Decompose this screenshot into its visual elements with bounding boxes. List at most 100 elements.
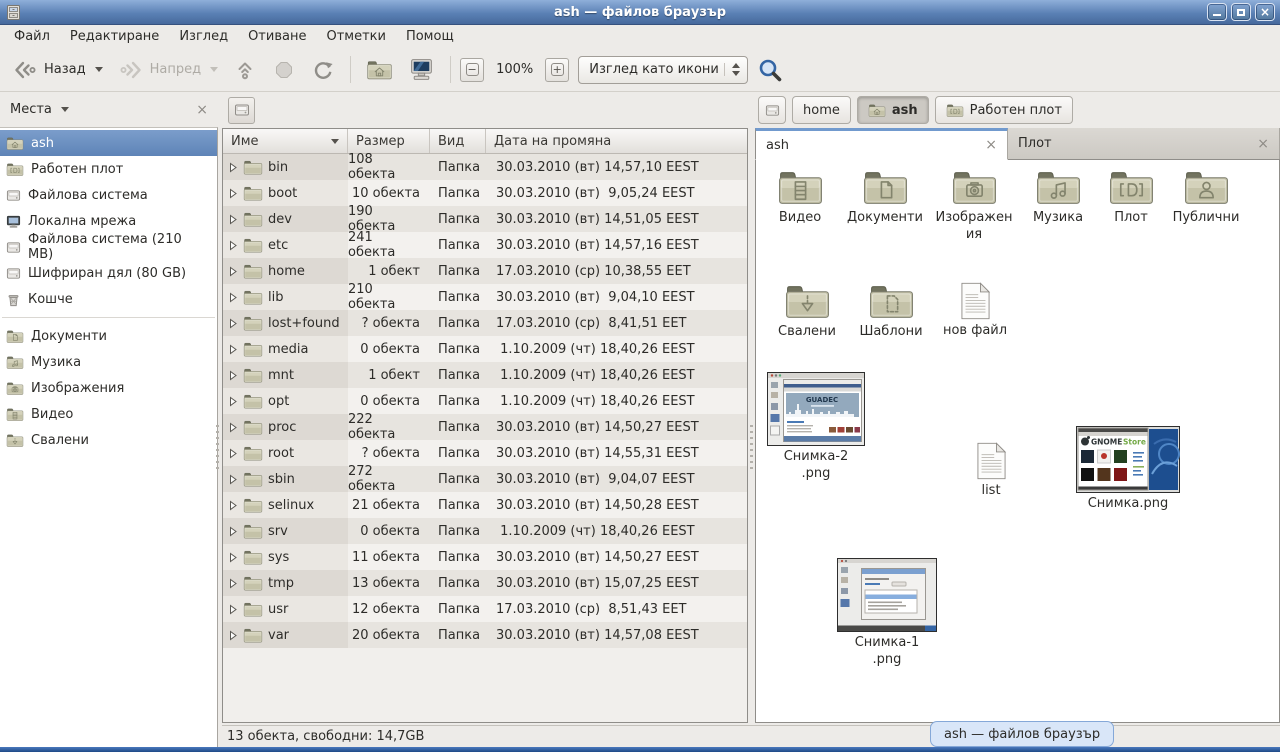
sidebar-item-downloads[interactable]: Свалени	[0, 427, 217, 453]
icon-snimka-2[interactable]: GUADEC Снимка-2.png	[766, 372, 866, 483]
expander-icon[interactable]	[228, 422, 238, 433]
table-row-selinux[interactable]: selinux21 обектаПапка30.03.2010 (вт) 14,…	[223, 492, 747, 518]
expander-icon[interactable]	[228, 500, 238, 511]
expander-icon[interactable]	[228, 526, 238, 537]
table-row-usr[interactable]: usr12 обектаПапка17.03.2010 (ср) 8,51,43…	[223, 596, 747, 622]
expander-icon[interactable]	[228, 396, 238, 407]
expander-icon[interactable]	[228, 318, 238, 329]
expander-icon[interactable]	[228, 630, 238, 641]
table-row-home[interactable]: home1 обектПапка17.03.2010 (ср) 10,38,55…	[223, 258, 747, 284]
tab-close-icon[interactable]: ×	[1247, 136, 1269, 152]
expander-icon[interactable]	[228, 604, 238, 615]
table-row-sbin[interactable]: sbin272 обектаПапка30.03.2010 (вт) 9,04,…	[223, 466, 747, 492]
sidebar-selector-dropdown-icon[interactable]	[61, 107, 69, 112]
table-row-media[interactable]: media0 обектаПапка 1.10.2009 (чт) 18,40,…	[223, 336, 747, 362]
expander-icon[interactable]	[228, 474, 238, 485]
table-row-dev[interactable]: dev190 обектаПапка30.03.2010 (вт) 14,51,…	[223, 206, 747, 232]
column-header-size[interactable]: Размер	[348, 129, 430, 153]
reload-button[interactable]	[305, 55, 341, 85]
sidebar-close-icon[interactable]: ×	[196, 102, 208, 118]
pane-splitter-grip[interactable]	[750, 425, 753, 471]
menu-help[interactable]: Помощ	[396, 27, 464, 46]
expander-icon[interactable]	[228, 552, 238, 563]
table-row-root[interactable]: root? обектаПапка30.03.2010 (вт) 14,55,3…	[223, 440, 747, 466]
table-row-mnt[interactable]: mnt1 обектПапка 1.10.2009 (чт) 18,40,26 …	[223, 362, 747, 388]
sidebar-item-filesystem[interactable]: Файлова система	[0, 182, 217, 208]
tab-close-icon[interactable]: ×	[975, 137, 997, 153]
icon-snimka-1[interactable]: Снимка-1.png	[832, 558, 942, 669]
icon-documents[interactable]: Документи	[842, 168, 928, 227]
menu-view[interactable]: Изглед	[169, 27, 238, 46]
table-row-proc[interactable]: proc222 обектаПапка30.03.2010 (вт) 14,50…	[223, 414, 747, 440]
left-pane-root-button[interactable]	[228, 97, 255, 124]
icon-pictures[interactable]: Изображения	[932, 168, 1016, 244]
sidebar-item-music[interactable]: Музика	[0, 349, 217, 375]
column-header-type[interactable]: Вид	[430, 129, 486, 153]
table-row-opt[interactable]: opt0 обектаПапка 1.10.2009 (чт) 18,40,26…	[223, 388, 747, 414]
expander-icon[interactable]	[228, 214, 238, 225]
expander-icon[interactable]	[228, 344, 238, 355]
table-row-etc[interactable]: etc241 обектаПапка30.03.2010 (вт) 14,57,…	[223, 232, 747, 258]
expander-icon[interactable]	[228, 292, 238, 303]
menu-go[interactable]: Отиване	[238, 27, 316, 46]
stop-button[interactable]	[266, 55, 302, 85]
sidebar-item-home[interactable]: ash	[0, 130, 217, 156]
back-history-dropdown-icon[interactable]	[95, 67, 103, 72]
icon-music[interactable]: Музика	[1020, 168, 1096, 227]
sidebar-item-pictures[interactable]: Изображения	[0, 375, 217, 401]
sidebar-resize-grip[interactable]	[216, 425, 219, 471]
computer-button[interactable]	[402, 54, 441, 85]
icon-desktop[interactable]: Плот	[1100, 168, 1162, 227]
close-button[interactable]: ×	[1255, 3, 1275, 21]
breadcrumb-desktop[interactable]: Работен плот	[935, 96, 1073, 124]
menu-edit[interactable]: Редактиране	[60, 27, 169, 46]
sidebar-title[interactable]: Места	[10, 102, 52, 117]
icon-downloads[interactable]: Свалени	[768, 282, 846, 341]
sidebar-item-videos[interactable]: Видео	[0, 401, 217, 427]
sidebar-item-trash[interactable]: Кошче	[0, 286, 217, 312]
back-button[interactable]: Назад	[6, 55, 109, 85]
sidebar-item-desktop[interactable]: Работен плот	[0, 156, 217, 182]
minimize-button[interactable]	[1207, 3, 1227, 21]
menu-file[interactable]: Файл	[4, 27, 60, 46]
icon-templates[interactable]: Шаблони	[850, 282, 932, 341]
sidebar-item-local-network[interactable]: Локална мрежа	[0, 208, 217, 234]
sidebar-item-encrypted-80gb[interactable]: Шифриран дял (80 GB)	[0, 260, 217, 286]
tab-ash[interactable]: ash×	[755, 128, 1008, 160]
column-header-date[interactable]: Дата на промяна	[486, 129, 747, 153]
forward-button[interactable]: Напред	[112, 55, 224, 85]
icon-videos[interactable]: Видео	[762, 168, 838, 227]
maximize-button[interactable]	[1231, 3, 1251, 21]
expander-icon[interactable]	[228, 162, 238, 173]
icon-public[interactable]: Публични	[1164, 168, 1248, 227]
icon-new-file[interactable]: нов файл	[934, 282, 1016, 340]
table-row-boot[interactable]: boot10 обектаПапка30.03.2010 (вт) 9,05,2…	[223, 180, 747, 206]
icon-list[interactable]: list	[956, 442, 1026, 500]
menu-bookmarks[interactable]: Отметки	[316, 27, 395, 46]
expander-icon[interactable]	[228, 448, 238, 459]
table-row-var[interactable]: var20 обектаПапка30.03.2010 (вт) 14,57,0…	[223, 622, 747, 648]
tab-plot[interactable]: Плот×	[1008, 128, 1280, 159]
forward-history-dropdown-icon[interactable]	[210, 67, 218, 72]
expander-icon[interactable]	[228, 370, 238, 381]
expander-icon[interactable]	[228, 240, 238, 251]
table-row-tmp[interactable]: tmp13 обектаПапка30.03.2010 (вт) 15,07,2…	[223, 570, 747, 596]
table-row-srv[interactable]: srv0 обектаПапка 1.10.2009 (чт) 18,40,26…	[223, 518, 747, 544]
column-header-name[interactable]: Име	[223, 129, 348, 153]
expander-icon[interactable]	[228, 188, 238, 199]
zoom-in-button[interactable]: +	[545, 58, 569, 82]
breadcrumb-ash[interactable]: ash	[857, 96, 929, 124]
sidebar-item-documents[interactable]: Документи	[0, 323, 217, 349]
search-button[interactable]	[751, 54, 789, 86]
table-row-sys[interactable]: sys11 обектаПапка30.03.2010 (вт) 14,50,2…	[223, 544, 747, 570]
expander-icon[interactable]	[228, 266, 238, 277]
up-button[interactable]	[227, 55, 263, 85]
table-row-lib[interactable]: lib210 обектаПапка30.03.2010 (вт) 9,04,1…	[223, 284, 747, 310]
icon-snimka[interactable]: GNOME Store Снимка.png	[1072, 426, 1184, 513]
view-mode-select[interactable]: Изглед като икони	[578, 56, 748, 84]
icon-canvas[interactable]: Видео Документи Изображения Музика Плот …	[755, 160, 1280, 723]
table-row-lost+found[interactable]: lost+found? обектаПапка17.03.2010 (ср) 8…	[223, 310, 747, 336]
zoom-out-button[interactable]: −	[460, 58, 484, 82]
table-row-bin[interactable]: bin108 обектаПапка30.03.2010 (вт) 14,57,…	[223, 154, 747, 180]
breadcrumb-home[interactable]: home	[792, 96, 851, 124]
